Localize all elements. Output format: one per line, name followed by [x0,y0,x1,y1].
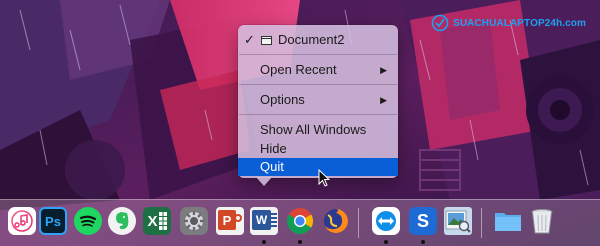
folder-glyph [495,213,521,231]
lines-glyph [271,213,277,227]
menu-item-label: Hide [260,141,287,156]
menu-item-options[interactable]: Options ▶ [238,91,398,109]
trash-icon[interactable] [528,207,556,235]
dock-divider [358,208,359,238]
pie-glyph [234,214,242,222]
music-icon[interactable] [8,207,36,235]
running-indicator [298,240,302,244]
dock-context-menu: ✓ Document2 Open Recent ▶ Options ▶ Show… [238,25,398,178]
teamviewer-glyph [376,211,396,231]
preview-icon[interactable] [444,207,472,235]
firefox-icon[interactable] [322,207,350,235]
app-label: Ps [45,213,61,229]
menu-separator [239,54,397,55]
menu-pointer-arrow [256,177,272,186]
menu-item-label: Open Recent [260,62,337,77]
app-label: X [147,212,158,230]
menu-item-label: Options [260,92,305,107]
submenu-arrow-icon: ▶ [380,95,387,105]
gear-glyph [184,211,204,231]
checkmark-icon: ✓ [244,32,255,47]
menu-item-label: Show All Windows [260,122,367,137]
dock-divider [481,208,482,238]
running-indicator [262,240,266,244]
menu-separator [239,114,397,115]
menu-item-label: Document2 [278,32,345,47]
teamviewer-icon[interactable] [372,207,400,235]
app-label: P [218,210,236,230]
app-label: W [252,210,271,230]
music-note-glyph [11,210,33,232]
mouse-pointer-icon [318,169,330,187]
watermark: SUACHUALAPTOP24h.com [431,12,586,34]
gear-icon[interactable] [180,207,208,235]
spotify-waves-glyph [79,215,97,227]
chrome-glyph [286,207,314,235]
preview-glyph [445,210,471,233]
watermark-logo-icon [431,14,449,32]
elephant-glyph [116,212,129,230]
photoshop-icon[interactable]: Ps [39,207,67,235]
excel-icon[interactable]: X [143,207,171,235]
menu-item-hide[interactable]: Hide [238,140,398,158]
menu-item-open-recent[interactable]: Open Recent ▶ [238,61,398,79]
trash-glyph [531,209,553,234]
spotify-icon[interactable] [74,207,102,235]
powerpoint-icon[interactable]: P [216,207,244,235]
submenu-arrow-icon: ▶ [380,65,387,75]
menu-item-label: Quit [260,159,284,174]
menu-separator [239,84,397,85]
chrome-icon[interactable] [286,207,314,235]
app-label: S [416,210,429,231]
skitch-icon[interactable]: S [409,207,437,235]
word-icon[interactable]: W [250,207,278,235]
grid-glyph [158,212,167,230]
running-indicator [421,240,425,244]
firefox-glyph [324,209,348,233]
folder-icon[interactable] [494,207,522,235]
window-icon [261,36,272,45]
evernote-icon[interactable] [108,207,136,235]
watermark-text: SUACHUALAPTOP24h.com [453,17,586,29]
menu-item-show-all-windows[interactable]: Show All Windows [238,121,398,139]
running-indicator [384,240,388,244]
menu-item-document2[interactable]: ✓ Document2 [238,31,398,49]
